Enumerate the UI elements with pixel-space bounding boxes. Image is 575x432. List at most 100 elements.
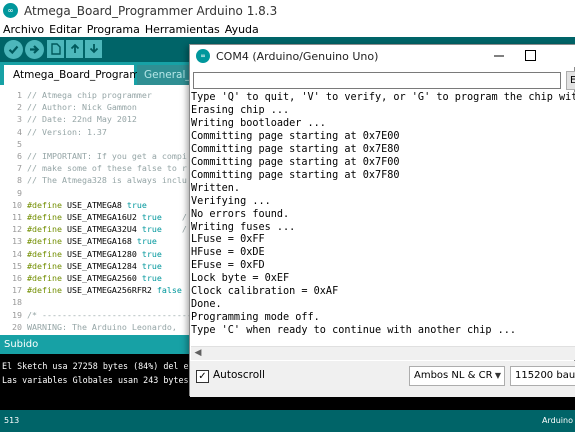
verify-icon xyxy=(8,45,19,55)
code-token: #define xyxy=(27,236,62,247)
code-text: #define USE_ATMEGA1280 true xyxy=(27,248,162,260)
new-sketch-button[interactable] xyxy=(47,40,64,58)
code-token: / xyxy=(161,212,187,222)
code-token: USE_ATMEGA8 xyxy=(61,199,127,210)
serial-window-title: COM4 (Arduino/Genuino Uno) xyxy=(216,49,379,63)
code-text: // Atmega chip programmer xyxy=(27,89,152,101)
code-token: #define xyxy=(27,224,62,235)
line-number: 4 xyxy=(17,126,22,137)
code-token: true xyxy=(141,273,162,283)
code-text: #define USE_ATMEGA8 true xyxy=(27,199,147,211)
serial-output-line: LFuse = 0xFF xyxy=(191,234,265,246)
line-number: 13 xyxy=(12,236,22,247)
arduino-logo-icon: ∞ xyxy=(3,3,18,18)
serial-output-line: No errors found. xyxy=(191,208,290,220)
line-ending-value: Ambos NL & CR xyxy=(414,370,493,381)
menu-herramientas[interactable]: Herramientas xyxy=(145,23,220,36)
maximize-button[interactable] xyxy=(525,50,536,61)
upload-button[interactable] xyxy=(25,40,44,59)
code-token: USE_ATMEGA1280 xyxy=(61,248,142,259)
menu-ayuda[interactable]: Ayuda xyxy=(225,23,259,36)
line-number: 6 xyxy=(17,151,22,161)
line-number: 14 xyxy=(12,248,22,259)
serial-output-line: Programming mode off. xyxy=(191,312,320,324)
scroll-left-icon[interactable]: ◀ xyxy=(193,347,203,360)
serial-output-line: Type 'Q' to quit, 'V' to verify, or 'G' … xyxy=(191,92,575,103)
autoscroll-checkbox[interactable]: ✓ xyxy=(196,370,209,383)
code-text: // Date: 22nd May 2012 xyxy=(27,113,137,125)
code-token: #define xyxy=(27,199,62,210)
line-number: 3 xyxy=(17,114,22,125)
code-token: USE_ATMEGA168 xyxy=(61,236,137,247)
menu-programa[interactable]: Programa xyxy=(87,23,140,36)
serial-output-line: EFuse = 0xFD xyxy=(191,260,265,272)
ide-window-title: Atmega_Board_Programmer Arduino 1.8.3 xyxy=(24,3,278,18)
code-text: WARNING: The Arduino Leonardo, xyxy=(27,321,182,333)
serial-monitor-window: ∞ COM4 (Arduino/Genuino Uno) E Type 'Q' … xyxy=(189,44,575,397)
serial-output-line: Clock calibration = 0xAF xyxy=(191,286,339,298)
code-text: #define USE_ATMEGA1284 true xyxy=(27,260,162,272)
line-ending-select[interactable]: Ambos NL & CR ▼ xyxy=(409,366,505,386)
line-number: 16 xyxy=(12,273,22,283)
line-number: 8 xyxy=(17,175,22,186)
line-number: 20 xyxy=(12,321,22,332)
code-token: // make some of these false to r xyxy=(27,163,187,174)
send-button[interactable]: E xyxy=(566,71,575,90)
baud-rate-select[interactable]: 115200 baudio xyxy=(510,366,575,386)
arduino-logo-icon: ∞ xyxy=(196,49,210,63)
menu-editar[interactable]: Editar xyxy=(49,23,82,36)
tab-general-stuff[interactable]: General_S xyxy=(137,65,197,85)
code-token: USE_ATMEGA16U2 xyxy=(61,212,142,222)
line-number: 2 xyxy=(17,102,22,113)
horizontal-scrollbar[interactable]: ◀ xyxy=(191,346,575,360)
board-name: Arduino xyxy=(542,416,573,425)
serial-output-line: Committing page starting at 0x7F80 xyxy=(191,169,400,181)
code-token: #define xyxy=(27,248,62,259)
serial-footer: ✓ Autoscroll Ambos NL & CR ▼ 115200 baud… xyxy=(190,361,575,397)
menu-archivo[interactable]: Archivo xyxy=(3,23,44,36)
line-number: 17 xyxy=(12,285,22,296)
verify-button[interactable] xyxy=(4,40,23,59)
code-token: USE_ATMEGA256RFR2 xyxy=(61,285,157,296)
line-number: 9 xyxy=(17,187,22,198)
code-token: true xyxy=(126,199,147,210)
line-number: 18 xyxy=(12,297,22,308)
code-text: // IMPORTANT: If you get a compi xyxy=(27,150,187,162)
serial-send-input[interactable] xyxy=(193,72,561,89)
serial-output-line: Writing fuses ... xyxy=(191,221,296,233)
serial-output-line: Lock byte = 0xEF xyxy=(191,273,290,285)
code-token: USE_ATMEGA1284 xyxy=(61,260,142,271)
code-text: #define USE_ATMEGA32U4 true / xyxy=(27,223,187,235)
save-icon xyxy=(89,44,98,54)
tab-atmega-board-programmer[interactable]: Atmega_Board_Programmer xyxy=(4,65,161,85)
line-number: 19 xyxy=(12,309,22,320)
code-token: // IMPORTANT: If you get a compi xyxy=(27,151,187,161)
cursor-line-number: 513 xyxy=(4,416,20,425)
baud-rate-value: 115200 baudio xyxy=(515,370,575,381)
ide-title-bar: ∞ Atmega_Board_Programmer Arduino 1.8.3 xyxy=(0,0,575,21)
code-text: #define USE_ATMEGA16U2 true / xyxy=(27,211,187,223)
new-icon xyxy=(50,43,61,55)
line-number: 12 xyxy=(12,224,22,235)
serial-output-line: Type 'C' when ready to continue with ano… xyxy=(191,325,517,337)
code-token: true xyxy=(141,248,162,259)
code-token: // Author: Nick Gammon xyxy=(27,102,137,113)
serial-output-area[interactable]: Type 'Q' to quit, 'V' to verify, or 'G' … xyxy=(191,92,575,346)
line-number: 7 xyxy=(17,163,22,174)
ide-menu-bar: Archivo Editar Programa Herramientas Ayu… xyxy=(0,21,575,37)
minimize-button[interactable] xyxy=(492,49,506,63)
line-number: 11 xyxy=(12,212,22,222)
code-token: #define xyxy=(27,260,62,271)
line-number: 1 xyxy=(17,90,22,100)
code-token: #define xyxy=(27,285,62,296)
serial-output-line: HFuse = 0xDE xyxy=(191,247,265,259)
serial-output-line: Written. xyxy=(191,182,241,194)
code-token: true xyxy=(141,224,162,235)
code-token: #define xyxy=(27,212,62,222)
open-sketch-button[interactable] xyxy=(66,40,83,58)
code-text: // The Atmega328 is always inclu xyxy=(27,174,187,186)
serial-output-line: Erasing chip ... xyxy=(191,104,290,116)
code-text: #define USE_ATMEGA256RFR2 false xyxy=(27,284,182,296)
serial-output-line: Done. xyxy=(191,299,222,311)
save-sketch-button[interactable] xyxy=(85,40,102,58)
